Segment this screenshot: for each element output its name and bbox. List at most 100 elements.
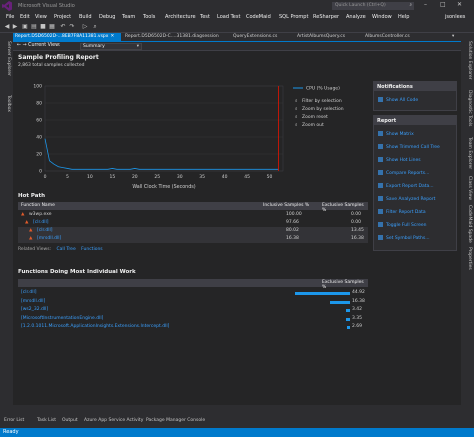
hot-lines-icon <box>378 157 383 162</box>
function-link[interactable]: [1.2.0.1011.Microsoft.ApplicationInsight… <box>21 324 169 329</box>
function-link[interactable]: [mrsdll.dll] <box>21 299 45 304</box>
save-all-icon[interactable]: ▦ <box>49 24 55 30</box>
function-link[interactable]: [MicrosoftInstrumentationEngine.dll] <box>21 316 103 321</box>
status-text: Ready <box>3 429 19 435</box>
zoom-control-label[interactable]: Filter by selection <box>302 98 342 104</box>
minimize-icon[interactable]: – <box>424 1 427 8</box>
table-row[interactable]: [mrsdll.dll] 16.38 <box>18 298 368 306</box>
table-row[interactable]: ▲ [mrsdll.dll] 16.38 16.38 <box>18 235 368 243</box>
table-row[interactable]: ▲ [clr.dll] 80.02 13.45 <box>18 227 368 235</box>
tab-report-vspx[interactable]: Report.D5D6502D-...8EB7F8A11381.vspx ✕ <box>13 33 121 41</box>
table-row[interactable]: ▲ w3wp.exe 100.00 0.00 <box>18 211 368 219</box>
function-link[interactable]: [clr.dll] <box>37 228 52 233</box>
cpu-usage-chart[interactable]: 0 20 40 60 80 100 0 5 10 15 20 25 30 35 40 45 50 Wall Clo… <box>13 76 368 211</box>
back-icon[interactable]: ◀ <box>4 24 10 30</box>
function-link[interactable]: [mrsdll.dll] <box>37 236 61 241</box>
menu-build[interactable]: Build <box>79 14 92 20</box>
redo-icon[interactable]: ↷ <box>69 24 75 30</box>
error-list-tab[interactable]: Error List <box>4 418 24 423</box>
tab-artistalbumsquery[interactable]: ArtistAlbumsQuery.cs <box>295 33 355 41</box>
tab-overflow-icon[interactable]: ▾ <box>450 33 460 41</box>
most-work-header: Exclusive Samples % <box>18 279 368 290</box>
maximize-icon[interactable]: □ <box>440 1 446 8</box>
menu-project[interactable]: Project <box>54 14 71 20</box>
show-matrix-link[interactable]: Show Matrix <box>378 131 414 137</box>
related-views-label: Related Views: <box>18 247 52 252</box>
codemaid-spade-tab[interactable]: CodeMaid Spade <box>464 205 472 243</box>
menu-load-test[interactable]: Load Test <box>217 14 240 20</box>
package-manager-console-tab[interactable]: Package Manager Console <box>146 418 205 423</box>
zoom-control-label[interactable]: Zoom reset <box>302 114 328 120</box>
y-tick-label: 0 <box>39 169 42 175</box>
attach-icon[interactable]: ▷ <box>82 24 88 30</box>
menu-analyze[interactable]: Analyze <box>346 14 366 20</box>
properties-tab[interactable]: Properties <box>464 247 472 270</box>
undo-icon[interactable]: ↶ <box>60 24 66 30</box>
menu-view[interactable]: View <box>35 14 47 20</box>
solution-explorer-tab[interactable]: Solution Explorer <box>464 41 472 80</box>
menu-edit[interactable]: Edit <box>20 14 30 20</box>
column-inclusive[interactable]: Inclusive Samples % <box>263 203 309 208</box>
toggle-full-screen-link[interactable]: Toggle Full Screen <box>378 222 427 228</box>
menu-file[interactable]: File <box>6 14 14 20</box>
filter-report-data-link[interactable]: Filter Report Data <box>378 209 426 215</box>
function-link[interactable]: [clr.dll] <box>21 290 36 295</box>
menu-team[interactable]: Team <box>122 14 135 20</box>
diagnostic-tools-tab[interactable]: Diagnostic Tools <box>464 90 472 126</box>
zoom-control-label[interactable]: Zoom out <box>302 122 324 128</box>
user-name[interactable]: jsonlees <box>445 14 465 20</box>
output-tab[interactable]: Output <box>62 418 78 423</box>
close-tab-icon[interactable]: ✕ <box>110 34 114 39</box>
zoom-control-label[interactable]: Zoom by selection <box>302 106 344 112</box>
save-icon[interactable]: ■ <box>40 24 46 30</box>
table-row[interactable]: ▲ [clr.dll] 97.66 0.00 <box>18 219 368 227</box>
exclusive-value: 3.35 <box>352 315 363 321</box>
server-explorer-tab[interactable]: Server Explorer <box>3 41 11 76</box>
set-symbol-paths-link[interactable]: Set Symbol Paths... <box>378 235 430 241</box>
quick-launch-input[interactable]: Quick Launch (Ctrl+Q) ⌕ <box>332 2 414 10</box>
inclusive-value: 16.38 <box>286 236 299 241</box>
menu-debug[interactable]: Debug <box>99 14 115 20</box>
compare-reports-link[interactable]: Compare Reports... <box>378 170 429 176</box>
y-tick-label: 40 <box>36 135 42 141</box>
save-analyzed-report-link[interactable]: Save Analyzed Report <box>378 196 435 202</box>
toolbox-tab[interactable]: Toolbox <box>3 95 11 112</box>
menu-test[interactable]: Test <box>200 14 210 20</box>
new-project-icon[interactable]: ▣ <box>22 24 28 30</box>
menu-architecture[interactable]: Architecture <box>165 14 196 20</box>
table-row[interactable]: [ws2_32.dll] 3.42 <box>18 306 368 314</box>
menu-window[interactable]: Window <box>372 14 392 20</box>
table-row[interactable]: [1.2.0.1011.Microsoft.ApplicationInsight… <box>18 323 368 331</box>
exclusive-value: 13.45 <box>351 228 364 233</box>
tab-diagsession[interactable]: Report.D5D6502D-C....31381.diagsession <box>123 33 219 41</box>
close-icon[interactable]: ✕ <box>457 1 462 8</box>
task-list-tab[interactable]: Task List <box>37 418 56 423</box>
team-explorer-tab[interactable]: Team Explorer <box>464 137 472 169</box>
call-tree-link[interactable]: Call Tree <box>57 247 76 252</box>
azure-app-service-activity-tab[interactable]: Azure App Service Activity <box>84 418 143 423</box>
find-icon[interactable]: ⌕ <box>92 24 98 30</box>
exclusive-value: 16.38 <box>351 236 364 241</box>
column-function-name[interactable]: Function Name <box>21 203 55 208</box>
open-icon[interactable]: ▤ <box>31 24 37 30</box>
menu-codemaid[interactable]: CodeMaid <box>246 14 271 20</box>
menu-resharper[interactable]: ReSharper <box>313 14 339 20</box>
show-hot-lines-link[interactable]: Show Hot Lines <box>378 157 421 163</box>
class-view-tab[interactable]: Class View <box>464 176 472 200</box>
menu-tools[interactable]: Tools <box>143 14 155 20</box>
show-trimmed-call-tree-link[interactable]: Show Trimmed Call Tree <box>378 144 440 150</box>
report-action-label: Export Report Data... <box>386 184 434 189</box>
current-view-dropdown[interactable]: Summary ▾ <box>80 43 142 50</box>
forward-icon[interactable]: ▶ <box>12 24 18 30</box>
functions-link[interactable]: Functions <box>81 247 103 252</box>
table-row[interactable]: [clr.dll] 44.92 <box>18 289 368 297</box>
tab-albumscontroller[interactable]: AlbumsController.cs <box>363 33 425 41</box>
tab-queryextensions[interactable]: QueryExtensions.cs <box>231 33 285 41</box>
menu-help[interactable]: Help <box>398 14 409 20</box>
table-row[interactable]: [MicrosoftInstrumentationEngine.dll] 3.35 <box>18 315 368 323</box>
show-all-code-link[interactable]: Show All Code <box>378 97 418 103</box>
export-report-data-link[interactable]: Export Report Data... <box>378 183 434 189</box>
menu-sql-prompt[interactable]: SQL Prompt <box>279 14 308 20</box>
function-link[interactable]: [clr.dll] <box>33 220 48 225</box>
function-link[interactable]: [ws2_32.dll] <box>21 307 48 312</box>
